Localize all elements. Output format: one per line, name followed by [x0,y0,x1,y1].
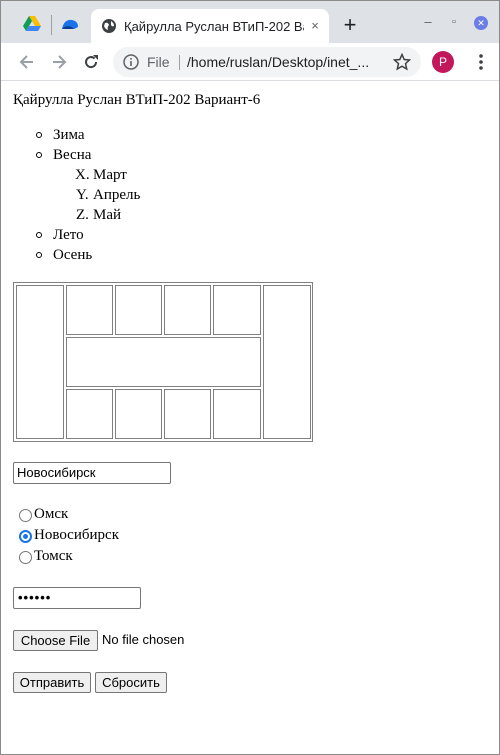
url-separator [179,55,180,70]
list-bullet [36,132,42,138]
tab-separator [51,15,52,35]
radio-button[interactable] [19,509,32,522]
choose-file-button[interactable]: Choose File [13,630,98,651]
browser-window: Қайрулла Руслан ВТиП-202 Вариант-6 × + –… [0,0,500,755]
table-cell [263,285,311,439]
submit-button[interactable]: Отправить [13,672,91,693]
radio-label: Томск [34,548,73,564]
reset-button[interactable]: Сбросить [95,672,167,693]
list-item-winter: Зима [53,127,85,143]
sublist-marker: Z. [76,207,89,223]
sublist-marker: Y. [76,187,89,203]
table-cell [164,389,211,439]
page-heading: Қайрулла Руслан ВТиП-202 Вариант-6 [13,92,261,108]
profile-avatar[interactable]: P [432,51,454,73]
list-bullet [36,152,42,158]
new-tab-button[interactable]: + [339,14,361,37]
password-field[interactable]: •••••• [13,587,141,609]
tab-strip: Қайрулла Руслан ВТиП-202 Вариант-6 × + –… [1,1,499,43]
table-cell [66,389,113,439]
list-bullet [36,232,42,238]
table-cell [213,389,261,439]
sublist-item-may: Май [93,207,122,223]
city-text-input[interactable]: Новосибирск [13,462,171,484]
list-item-spring: Весна [53,147,92,163]
table-cell [213,285,261,335]
pinned-tab-drive[interactable] [21,13,43,35]
table-cell [164,285,211,335]
url-scheme: File [147,54,170,70]
sublist-marker: X. [75,167,90,183]
sublist-item-april: Апрель [93,187,141,203]
layout-table [13,282,313,442]
cloud-app-icon [62,19,78,29]
tab-title: Қайрулла Руслан ВТиП-202 Вариант-6 [124,19,304,34]
radio-label: Омск [34,506,69,522]
radio-button-selected[interactable] [19,530,32,543]
sublist-item-march: Март [93,167,127,183]
info-icon[interactable] [123,54,139,70]
minimize-icon[interactable]: – [419,13,437,31]
tab-active[interactable]: Қайрулла Руслан ВТиП-202 Вариант-6 × [91,9,329,43]
table-cell [66,285,113,335]
address-bar[interactable]: File /home/ruslan/Desktop/inet_... [113,47,421,77]
restore-icon[interactable]: ▫ [445,13,463,31]
radio-label: Новосибирск [34,527,119,543]
radio-button[interactable] [19,551,32,564]
list-bullet [36,252,42,258]
bookmark-star-icon[interactable] [393,53,411,71]
globe-icon [102,19,116,33]
list-item-autumn: Осень [53,247,93,263]
table-cell [115,389,162,439]
table-cell [66,337,261,387]
close-tab-icon[interactable]: × [307,18,323,34]
table-cell [16,285,64,439]
close-window-icon[interactable]: ✕ [474,16,488,30]
reload-icon[interactable] [81,52,101,72]
list-item-summer: Лето [53,227,84,243]
forward-arrow-icon[interactable] [49,52,69,72]
browser-toolbar: File /home/ruslan/Desktop/inet_... P [1,43,499,81]
pinned-tab-app[interactable] [59,13,81,35]
table-cell [115,285,162,335]
page-content: Қайрулла Руслан ВТиП-202 Вариант-6 Зима … [1,82,499,754]
url-text[interactable]: /home/ruslan/Desktop/inet_... [187,54,381,70]
more-menu-icon[interactable] [471,52,491,72]
file-status: No file chosen [102,632,185,647]
google-drive-icon [23,16,41,31]
back-arrow-icon[interactable] [17,52,37,72]
